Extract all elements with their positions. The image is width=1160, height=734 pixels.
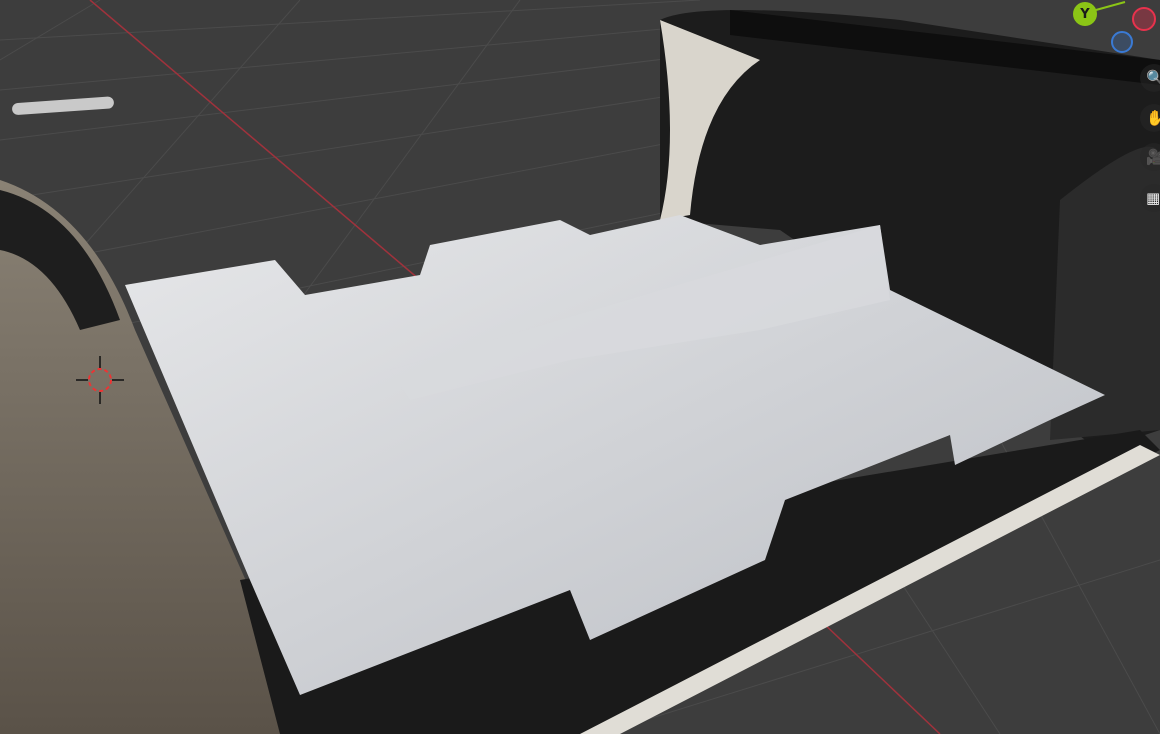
zoom-magnifier-icon[interactable]: 🔍 <box>1140 64 1160 92</box>
perspective-grid-icon[interactable]: ▦ <box>1140 184 1160 212</box>
small-object <box>12 96 114 115</box>
x-axis-line <box>89 0 421 281</box>
pan-hand-icon[interactable]: ✋ <box>1140 104 1160 132</box>
gizmo-y-axis[interactable]: Y <box>1073 2 1097 26</box>
x-axis-line-lower <box>819 619 941 734</box>
3d-viewport[interactable] <box>0 0 1160 734</box>
gizmo-z-axis[interactable] <box>1111 31 1133 53</box>
gizmo-x-axis[interactable] <box>1132 7 1156 31</box>
camera-icon[interactable]: 🎥 <box>1140 143 1160 171</box>
